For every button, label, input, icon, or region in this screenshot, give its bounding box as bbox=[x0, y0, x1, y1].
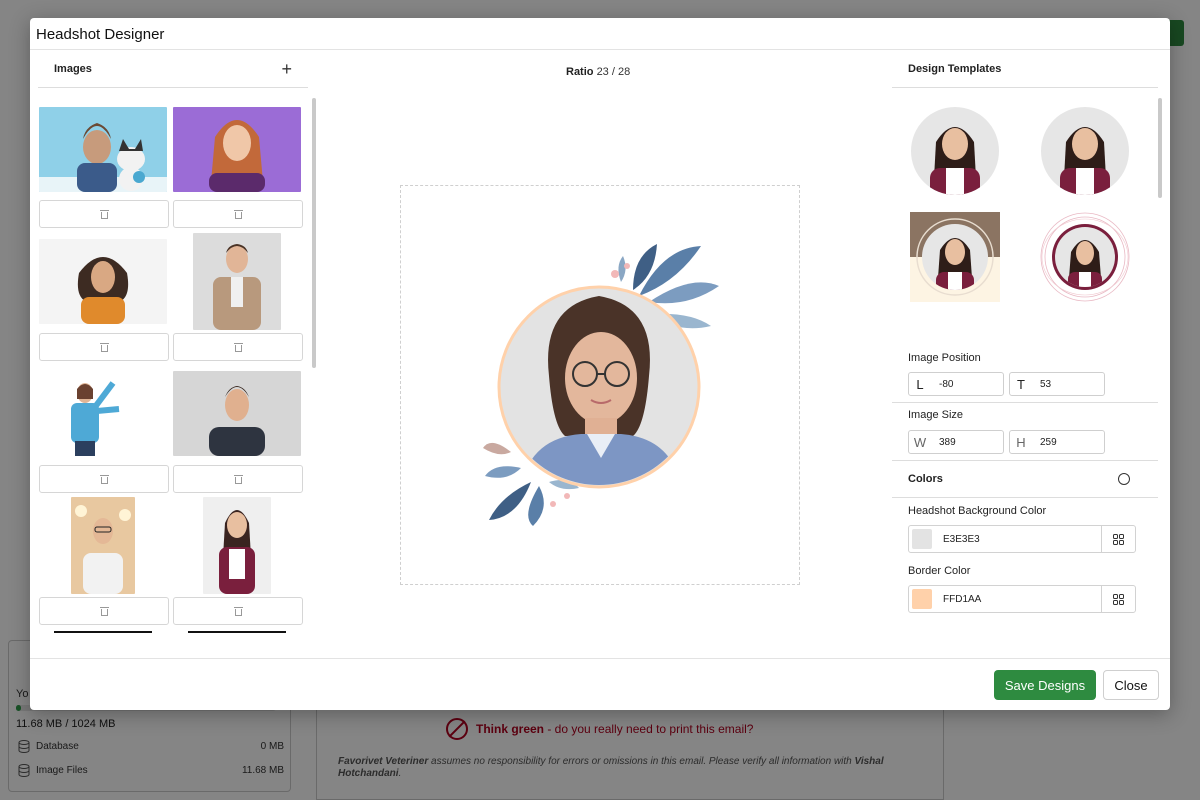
ratio-key: Ratio bbox=[566, 66, 594, 78]
background-color-field[interactable]: E3E3E3 bbox=[908, 525, 1136, 553]
position-left-value[interactable]: -80 bbox=[931, 379, 953, 390]
headshot-preview bbox=[483, 244, 719, 526]
modal-footer: Save Designs Close bbox=[30, 658, 1170, 710]
size-height-key: H bbox=[1016, 434, 1026, 450]
delete-image-button[interactable] bbox=[39, 597, 169, 625]
divider bbox=[892, 402, 1158, 403]
size-width-value[interactable]: 389 bbox=[931, 437, 956, 448]
images-panel-header: Images + bbox=[38, 50, 308, 88]
trash-icon bbox=[233, 606, 243, 616]
background-color-label: Headshot Background Color bbox=[908, 505, 1047, 517]
color-picker-icon bbox=[1113, 533, 1124, 545]
ratio-value: 23 / 28 bbox=[596, 66, 631, 78]
trash-icon bbox=[99, 606, 109, 616]
templates-panel-header: Design Templates bbox=[892, 50, 1158, 88]
image-position-title: Image Position bbox=[908, 352, 981, 364]
delete-image-button[interactable] bbox=[173, 200, 303, 228]
size-width-field[interactable]: W 389 bbox=[908, 430, 1004, 454]
border-color-section: Border Color bbox=[908, 565, 1174, 577]
design-canvas[interactable] bbox=[400, 185, 800, 585]
image-size-title: Image Size bbox=[908, 409, 964, 421]
position-top-field[interactable]: T 53 bbox=[1009, 372, 1105, 396]
delete-image-button[interactable] bbox=[39, 465, 169, 493]
image-thumbnail[interactable] bbox=[203, 497, 271, 594]
plus-icon[interactable]: + bbox=[281, 60, 292, 78]
divider bbox=[892, 460, 1158, 461]
close-button[interactable]: Close bbox=[1103, 670, 1159, 700]
templates-panel: Design Templates Image Position L -80 T 53… bbox=[892, 50, 1158, 628]
delete-image-button[interactable] bbox=[39, 200, 169, 228]
trash-icon bbox=[99, 209, 109, 219]
image-thumbnail[interactable] bbox=[173, 107, 301, 192]
modal-title: Headshot Designer bbox=[36, 26, 165, 43]
modal-header: Headshot Designer bbox=[30, 18, 1170, 50]
image-thumbnail[interactable] bbox=[39, 107, 167, 192]
size-height-value[interactable]: 259 bbox=[1032, 437, 1057, 448]
color-picker-icon bbox=[1113, 593, 1124, 605]
trash-icon bbox=[233, 342, 243, 352]
history-icon[interactable] bbox=[1118, 473, 1130, 485]
image-thumbnail[interactable] bbox=[193, 233, 281, 330]
images-panel: Images + bbox=[38, 50, 308, 633]
divider bbox=[892, 497, 1158, 498]
images-panel-title: Images bbox=[54, 62, 92, 75]
trash-icon bbox=[99, 342, 109, 352]
image-thumbnail-partial bbox=[54, 631, 152, 633]
delete-image-button[interactable] bbox=[39, 333, 169, 361]
images-scrollbar[interactable] bbox=[312, 98, 316, 368]
delete-image-button[interactable] bbox=[173, 465, 303, 493]
template-circle-ornate-ring[interactable] bbox=[1040, 212, 1130, 302]
size-width-key: W bbox=[913, 434, 927, 450]
border-color-swatch[interactable] bbox=[912, 589, 932, 609]
trash-icon bbox=[233, 474, 243, 484]
colors-title: Colors bbox=[908, 473, 943, 485]
delete-image-button[interactable] bbox=[173, 597, 303, 625]
position-top-value[interactable]: 53 bbox=[1032, 379, 1051, 390]
templates-scrollbar[interactable] bbox=[1158, 98, 1162, 198]
headshot-designer-modal: Headshot Designer Images + Ratio 23 / 28… bbox=[30, 18, 1170, 710]
colors-section: Colors bbox=[908, 473, 1174, 485]
templates-panel-title: Design Templates bbox=[908, 62, 1002, 75]
image-size-section: Image Size bbox=[908, 409, 1174, 421]
save-designs-button[interactable]: Save Designs bbox=[994, 670, 1096, 700]
color-picker-button[interactable] bbox=[1101, 525, 1135, 553]
position-left-key: L bbox=[916, 376, 924, 392]
template-circle-plain-2[interactable] bbox=[1040, 106, 1130, 196]
background-color-value[interactable]: E3E3E3 bbox=[943, 534, 1101, 545]
trash-icon bbox=[233, 209, 243, 219]
border-color-value[interactable]: FFD1AA bbox=[943, 594, 1101, 605]
position-top-key: T bbox=[1017, 376, 1025, 392]
image-position-section: Image Position bbox=[908, 352, 1174, 364]
image-thumbnail[interactable] bbox=[173, 371, 301, 456]
border-color-field[interactable]: FFD1AA bbox=[908, 585, 1136, 613]
background-color-swatch[interactable] bbox=[912, 529, 932, 549]
ratio-label: Ratio 23 / 28 bbox=[566, 66, 630, 78]
image-thumbnail[interactable] bbox=[71, 497, 135, 594]
image-thumbnail[interactable] bbox=[39, 371, 167, 456]
template-square-split-frame[interactable] bbox=[910, 212, 1000, 302]
size-height-field[interactable]: H 259 bbox=[1009, 430, 1105, 454]
background-color-section: Headshot Background Color bbox=[908, 505, 1174, 517]
trash-icon bbox=[99, 474, 109, 484]
image-thumbnail-partial bbox=[188, 631, 286, 633]
position-left-field[interactable]: L -80 bbox=[908, 372, 1004, 396]
color-picker-button[interactable] bbox=[1101, 585, 1135, 613]
border-color-label: Border Color bbox=[908, 565, 971, 577]
template-circle-plain[interactable] bbox=[910, 106, 1000, 196]
delete-image-button[interactable] bbox=[173, 333, 303, 361]
image-thumbnail[interactable] bbox=[39, 239, 167, 324]
